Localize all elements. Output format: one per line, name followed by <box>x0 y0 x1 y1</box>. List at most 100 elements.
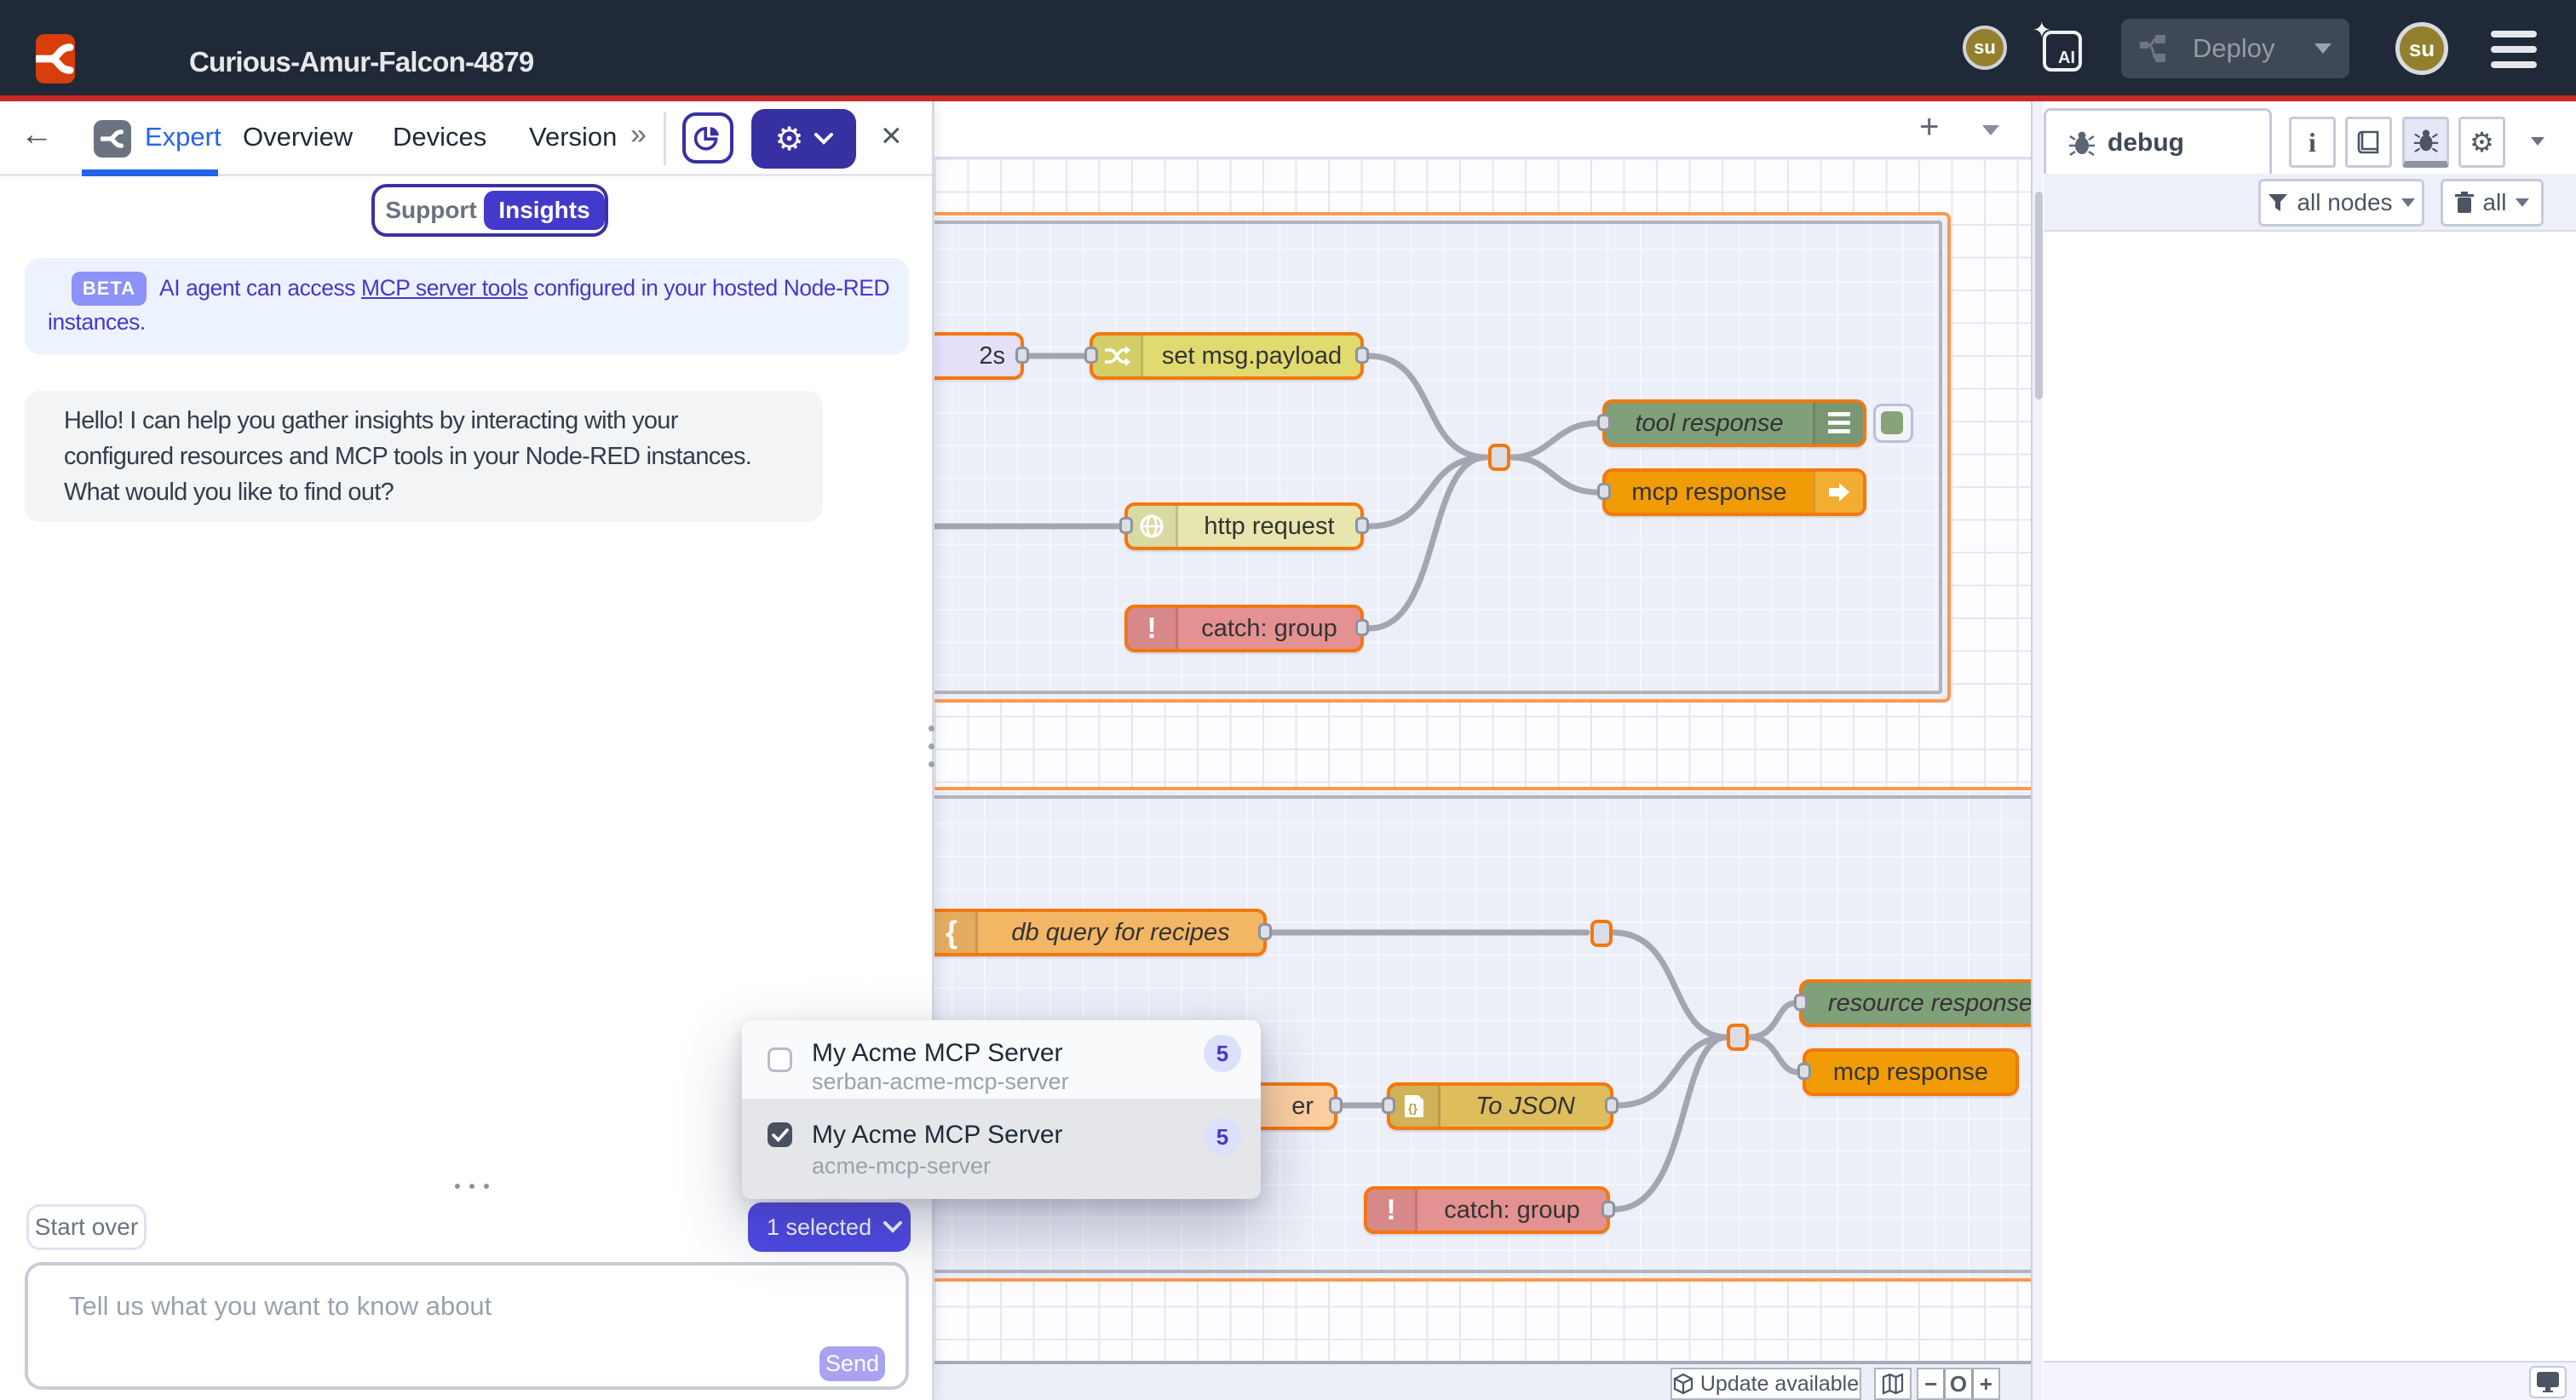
deploy-button[interactable]: Deploy <box>2121 19 2349 78</box>
node-linkout-mcp-response-2[interactable]: mcp response <box>1803 1048 2019 1096</box>
port-out[interactable] <box>1258 923 1272 940</box>
avatar-small[interactable]: su <box>1963 26 2007 70</box>
debug-panel-button[interactable] <box>2402 117 2449 168</box>
bug-icon <box>2413 128 2439 153</box>
node-debug-tool-response[interactable]: tool response <box>1602 399 1866 447</box>
wire-junction-b[interactable] <box>1727 1024 1749 1051</box>
wire-junction-a[interactable] <box>1590 920 1613 947</box>
checkbox-unchecked[interactable] <box>768 1047 792 1072</box>
port-out[interactable] <box>1355 347 1369 364</box>
node-debug-resource-response[interactable]: resource response <box>1799 979 2031 1027</box>
chat-input[interactable]: Tell us what you want to know about Send <box>25 1262 909 1390</box>
usage-chart-button[interactable] <box>682 112 733 164</box>
panel-tabbar: ← Expert Overview Devices Version » ⚙ × <box>0 101 932 176</box>
node-catch-group-2[interactable]: ! catch: group <box>1364 1186 1610 1234</box>
mode-toggle: Support Insights <box>371 184 608 237</box>
node-to-json[interactable]: {} To JSON <box>1387 1082 1613 1130</box>
open-window-button[interactable] <box>2529 1366 2567 1398</box>
assistant-message: Hello! I can help you gather insights by… <box>25 391 823 522</box>
settings-panel-button[interactable]: ⚙ <box>2458 117 2505 168</box>
flow-list-caret[interactable] <box>1982 125 1999 135</box>
tab-debug[interactable]: debug <box>2044 108 2272 175</box>
ai-assistant-icon[interactable]: AI <box>2043 31 2082 72</box>
node-db-query[interactable]: { db query for recipes <box>934 909 1267 956</box>
port-in[interactable] <box>1597 414 1611 431</box>
port-in[interactable] <box>1794 994 1808 1011</box>
user-menu-avatar[interactable]: su <box>2395 22 2448 75</box>
active-tab-underline <box>82 169 218 176</box>
zoom-controls[interactable]: − O + <box>1917 1368 2000 1400</box>
monitor-icon <box>2537 1372 2559 1392</box>
filter-nodes-button[interactable]: all nodes <box>2258 179 2424 227</box>
update-available-button[interactable]: Update available <box>1670 1368 1861 1400</box>
settings-dropdown-button[interactable]: ⚙ <box>751 109 856 169</box>
tab-expert[interactable]: Expert <box>145 122 221 152</box>
info-panel-button[interactable]: i <box>2289 117 2336 168</box>
port-in[interactable] <box>1382 1097 1395 1114</box>
flow-canvas[interactable]: + <box>934 101 2031 1400</box>
port-in[interactable] <box>1119 517 1133 534</box>
sidebar-footer <box>2044 1361 2576 1400</box>
mcp-server-option-1[interactable]: My Acme MCP Server 5 serban-acme-mcp-ser… <box>742 1020 1261 1100</box>
port-out[interactable] <box>1355 517 1369 534</box>
toggle-insights[interactable]: Insights <box>484 191 605 230</box>
port-out[interactable] <box>1605 1097 1619 1114</box>
mcp-server-option-2[interactable]: My Acme MCP Server 5 acme-mcp-server <box>742 1100 1261 1199</box>
checkbox-checked[interactable] <box>768 1122 792 1147</box>
tab-version[interactable]: Version <box>529 122 617 152</box>
add-flow-icon[interactable]: + <box>1919 108 1939 146</box>
svg-text:{}: {} <box>1408 1101 1417 1115</box>
link-out-icon <box>1813 472 1863 513</box>
node-http-request[interactable]: http request <box>1124 502 1364 550</box>
tool-count-badge: 5 <box>1204 1035 1241 1072</box>
port-in[interactable] <box>1084 347 1098 364</box>
zoom-in-button[interactable]: + <box>1971 1369 1998 1398</box>
catch-icon: ! <box>1128 608 1178 649</box>
main-menu-icon[interactable] <box>2491 31 2537 68</box>
tab-overview[interactable]: Overview <box>243 122 353 152</box>
sidebar-overflow-caret[interactable] <box>2531 137 2544 146</box>
panel-resize-dots[interactable] <box>929 726 935 779</box>
wire-junction-1[interactable] <box>1488 444 1510 471</box>
mcp-server-tools-link[interactable]: MCP server tools <box>361 275 528 301</box>
help-panel-button[interactable] <box>2345 117 2392 168</box>
selected-servers-button[interactable]: 1 selected <box>748 1202 911 1252</box>
flowfuse-logo-icon[interactable] <box>36 34 75 83</box>
node-linkout-mcp-response-1[interactable]: mcp response <box>1602 468 1866 516</box>
assistant-panel: ← Expert Overview Devices Version » ⚙ × … <box>0 101 934 1400</box>
port-out[interactable] <box>1355 619 1369 636</box>
close-panel-icon[interactable]: × <box>881 115 902 156</box>
start-over-button[interactable]: Start over <box>26 1204 147 1250</box>
port-in[interactable] <box>1597 483 1611 500</box>
beta-banner: BETA AI agent can access MCP server tool… <box>25 258 909 354</box>
beta-badge: BETA <box>72 272 147 306</box>
zoom-reset-button[interactable]: O <box>1943 1369 1970 1398</box>
chat-placeholder: Tell us what you want to know about <box>69 1291 492 1322</box>
back-arrow-icon[interactable]: ← <box>20 117 53 153</box>
canvas-statusbar: Update available − O + <box>934 1361 2031 1400</box>
bug-icon <box>2068 129 2096 157</box>
debug-enable-toggle[interactable] <box>1873 404 1913 443</box>
canvas-toolbar: + <box>934 101 2031 158</box>
scrollbar-thumb[interactable] <box>2035 192 2043 399</box>
clear-debug-button[interactable]: all <box>2441 179 2544 227</box>
pie-chart-icon <box>693 123 723 153</box>
canvas-vertical-scrollbar[interactable] <box>2031 101 2043 1400</box>
node-catch-group-1[interactable]: ! catch: group <box>1124 605 1364 652</box>
port-out[interactable] <box>1015 347 1029 364</box>
port-in[interactable] <box>1797 1063 1811 1080</box>
send-button[interactable]: Send <box>819 1346 885 1381</box>
node-change-set-msg-payload[interactable]: set msg.payload <box>1090 332 1364 380</box>
gear-icon: ⚙ <box>774 120 803 158</box>
mcp-server-dropdown: My Acme MCP Server 5 serban-acme-mcp-ser… <box>742 1020 1261 1199</box>
resize-handle-dots[interactable] <box>455 1184 489 1189</box>
node-inject-2s[interactable]: 2s <box>934 332 1024 380</box>
port-out[interactable] <box>1601 1201 1615 1218</box>
deploy-options-caret[interactable] <box>2314 43 2332 54</box>
tabs-overflow-icon[interactable]: » <box>630 118 647 152</box>
minimap-button[interactable] <box>1874 1368 1912 1400</box>
tab-devices[interactable]: Devices <box>393 122 486 152</box>
zoom-out-button[interactable]: − <box>1918 1369 1943 1398</box>
toggle-support[interactable]: Support <box>375 187 487 233</box>
port-out[interactable] <box>1329 1097 1343 1114</box>
